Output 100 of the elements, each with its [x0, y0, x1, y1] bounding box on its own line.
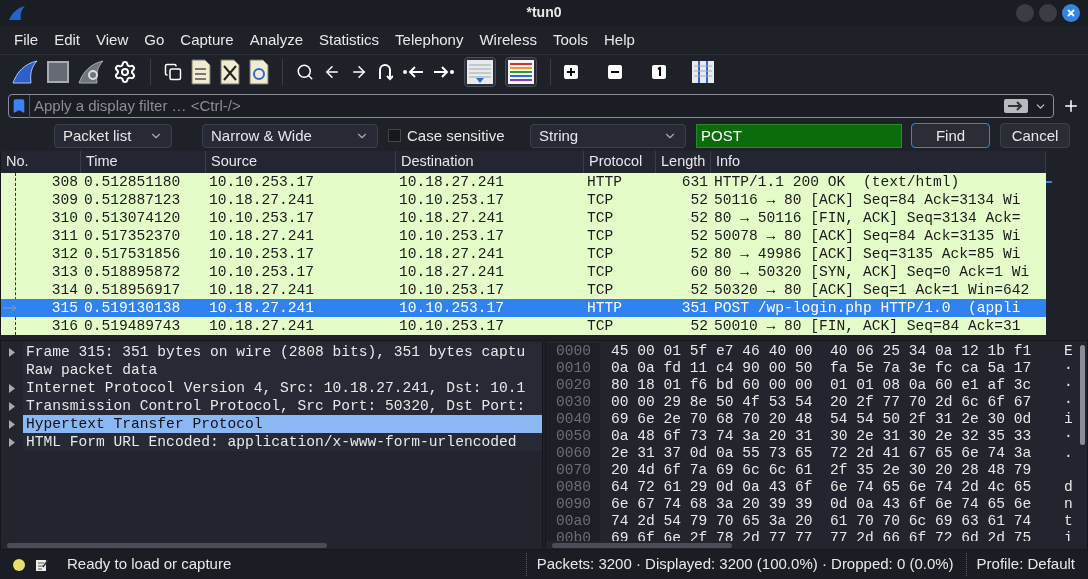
menu-item[interactable]: Help: [596, 28, 643, 52]
resize-columns-icon[interactable]: [692, 61, 714, 84]
colorize-button[interactable]: [505, 57, 537, 88]
normal-size-icon[interactable]: [652, 65, 666, 80]
search-field[interactable]: POST: [696, 123, 902, 148]
table-cell: 80 → 50320 [SYN, ACK] Seq=0 Ack=1 Wi: [714, 263, 1030, 282]
table-cell: TCP: [587, 263, 614, 282]
profile-label[interactable]: Profile: Default: [965, 553, 1075, 576]
binary-file-icon[interactable]: [191, 59, 211, 86]
shark-fin-icon[interactable]: [12, 60, 38, 85]
bookmark-icon[interactable]: [11, 98, 27, 115]
packet-row[interactable]: 314 0.518956917 10.18.27.241 10.10.253.17 TCP 52 50320 → 80 [ACK] Seq=1 Ack=1 Win=642: [1, 281, 1046, 300]
hex-bytes: 2e 31 37 0d 0a 55 73 65 72 2d 41 67 65 6e 74 3a: [611, 445, 1033, 463]
table-cell: TCP: [587, 281, 614, 300]
hex-bytes: 0a 0a fd 11 c4 90 00 50 fa 5e 7a 3e fc ca 5a 17: [611, 360, 1033, 378]
menu-item[interactable]: View: [88, 28, 137, 52]
menu-item[interactable]: Analyze: [241, 28, 312, 52]
offset-text: 0010: [546, 360, 600, 378]
zoom-out-icon[interactable]: [608, 65, 622, 80]
close-button[interactable]: [1062, 3, 1080, 22]
table-cell: 314: [51, 281, 78, 300]
menu-item[interactable]: Statistics: [311, 28, 388, 52]
table-cell: HTTP: [587, 299, 623, 318]
menu-item[interactable]: Tools: [544, 28, 596, 52]
table-cell: 10.18.27.241: [399, 209, 505, 228]
menu-item[interactable]: Wireless: [471, 28, 545, 52]
table-cell: 80 → 49986 [ACK] Seq=3135 Ack=85 Wi: [714, 245, 1021, 264]
hex-bytes: 80 18 01 f6 bd 60 00 00 01 01 08 0a 60 e1 af 3c: [611, 377, 1033, 395]
menu-item[interactable]: Go: [136, 28, 173, 52]
table-cell: TCP: [587, 227, 614, 246]
find-button[interactable]: Find: [911, 123, 990, 149]
hex-bytes: 69 6e 2e 70 68 70 20 48 54 54 50 2f 31 2e 30 0d: [611, 411, 1033, 429]
expand-arrow-icon[interactable]: [9, 347, 15, 357]
table-cell: TCP: [587, 317, 614, 336]
detail-row[interactable]: Internet Protocol Version 4, Src: 10.18.27.241, Dst: 10.1: [23, 379, 542, 398]
offset-text: 0040: [546, 411, 600, 429]
table-cell: 10.10.253.17: [399, 281, 505, 300]
packet-row[interactable]: 315 0.519130138 10.18.27.241 10.10.253.17 HTTP 351 POST /wp-login.php HTTP/1.0 (appli: [1, 299, 1046, 318]
table-cell: 315: [51, 299, 78, 318]
table-cell: 52: [690, 317, 708, 336]
table-cell: 50116 → 80 [ACK] Seq=84 Ack=3134 Wi: [714, 191, 1021, 210]
search-type-dropdown[interactable]: String: [530, 123, 686, 148]
search-icon[interactable]: [296, 63, 314, 82]
restart-fin-icon[interactable]: [78, 60, 104, 85]
table-cell: 10.18.27.241: [399, 173, 505, 192]
offset-text: 0070: [546, 462, 600, 480]
table-cell: HTTP/1.1 200 OK (text/html): [714, 173, 960, 192]
detail-row[interactable]: Frame 315: 351 bytes on wire (2808 bits), 351 bytes captu: [23, 343, 542, 362]
table-cell: 0.519489743: [84, 317, 181, 336]
scrollbar-thumb[interactable]: [552, 542, 732, 548]
table-cell: 10.18.27.241: [399, 245, 505, 264]
table-cell: 10.10.253.17: [209, 263, 315, 282]
packet-stats: Packets: 3200 · Displayed: 3200 (100.0%) · Dropped: 0 (0.0%): [525, 553, 954, 576]
character-width-dropdown[interactable]: Narrow & Wide: [202, 123, 378, 148]
search-in-dropdown[interactable]: Packet list: [54, 123, 172, 148]
table-cell: 0.519130138: [84, 299, 181, 318]
menu-item[interactable]: Edit: [46, 28, 89, 52]
table-cell: 50078 → 80 [ACK] Seq=84 Ack=3135 Wi: [714, 227, 1021, 246]
packet-row[interactable]: 308 0.512851180 10.10.253.17 10.18.27.241 HTTP 631 HTTP/1.1 200 OK (text/html): [1, 173, 1046, 192]
settings-icon[interactable]: [113, 60, 137, 85]
table-cell: 311: [51, 227, 78, 246]
detail-row[interactable]: Raw packet data: [23, 361, 542, 380]
offset-text: 0080: [546, 479, 600, 497]
table-cell: 10.10.253.17: [209, 209, 315, 228]
scrollbar-thumb[interactable]: [7, 542, 327, 548]
autoscroll-button[interactable]: [464, 57, 496, 88]
case-sensitive-checkbox[interactable]: Case sensitive: [388, 124, 530, 147]
detail-row[interactable]: Hypertext Transfer Protocol: [23, 415, 542, 434]
close-file-icon[interactable]: [220, 59, 240, 86]
table-cell: 52: [690, 245, 708, 264]
packet-row[interactable]: 310 0.513074120 10.10.253.17 10.18.27.241 TCP 52 80 → 50116 [FIN, ACK] Seq=3134 Ack=: [1, 209, 1046, 228]
detail-row[interactable]: HTML Form URL Encoded: application/x-www-form-urlencoded: [23, 433, 542, 452]
detail-row[interactable]: Transmission Control Protocol, Src Port: 50320, Dst Port:: [23, 397, 542, 416]
ascii-text: n: [1064, 496, 1073, 514]
table-cell: TCP: [587, 191, 614, 210]
copy-icon[interactable]: [164, 63, 182, 82]
hex-bytes: 00 00 29 8e 50 4f 53 54 20 2f 77 70 2d 6c 6f 67: [611, 394, 1033, 412]
jump-arrow-icon[interactable]: [377, 63, 393, 82]
packet-row[interactable]: 316 0.519489743 10.18.27.241 10.10.253.17 TCP 52 50010 → 80 [FIN, ACK] Seq=84 Ack=31: [1, 317, 1046, 336]
menu-item[interactable]: File: [6, 28, 47, 52]
notes-icon[interactable]: [35, 557, 49, 572]
packet-row[interactable]: 313 0.518895872 10.10.253.17 10.18.27.241 TCP 60 80 → 50320 [SYN, ACK] Seq=0 Ack=1 Wi: [1, 263, 1046, 282]
ascii-text: ·: [1064, 377, 1073, 395]
table-cell: 10.10.253.17: [399, 317, 505, 336]
table-cell: 631: [681, 173, 708, 192]
cancel-button[interactable]: Cancel: [1000, 123, 1070, 149]
table-cell: 0.512851180: [84, 173, 181, 192]
reload-file-icon[interactable]: [249, 59, 269, 86]
table-cell: 316: [51, 317, 78, 336]
stop-icon[interactable]: [47, 61, 69, 84]
menu-item[interactable]: Capture: [172, 28, 242, 52]
table-cell: 0.518956917: [84, 281, 181, 300]
packet-row[interactable]: 312 0.517531856 10.10.253.17 10.18.27.241 TCP 52 80 → 49986 [ACK] Seq=3135 Ack=85 Wi: [1, 245, 1046, 264]
table-cell: 10.10.253.17: [209, 173, 315, 192]
menu-item[interactable]: Telephony: [387, 28, 472, 52]
table-cell: 309: [51, 191, 78, 210]
packet-row[interactable]: 311 0.517352370 10.18.27.241 10.10.253.17 TCP 52 50078 → 80 [ACK] Seq=84 Ack=3135 Wi: [1, 227, 1046, 246]
packet-row[interactable]: 309 0.512887123 10.18.27.241 10.10.253.17 TCP 52 50116 → 80 [ACK] Seq=84 Ack=3134 Wi: [1, 191, 1046, 210]
scrollbar-thumb[interactable]: [1079, 345, 1085, 446]
zoom-in-icon[interactable]: [564, 65, 578, 80]
